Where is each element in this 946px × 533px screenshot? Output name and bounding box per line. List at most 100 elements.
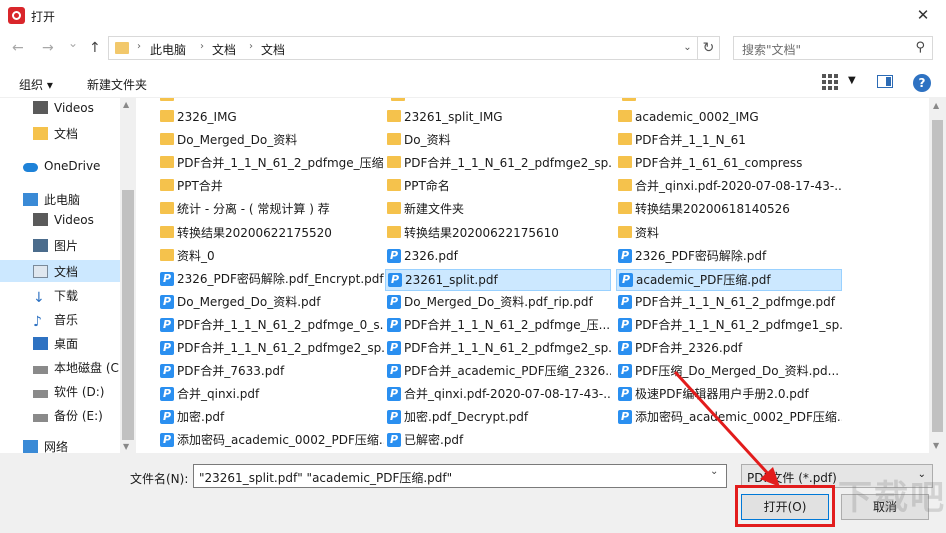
file-name: PDF合并_1_1_N_61_2_pdfmge2_sp...	[177, 341, 384, 355]
file-list-scrollbar[interactable]: ▲ ▼	[929, 98, 946, 453]
back-arrow-icon[interactable]: ←	[12, 40, 24, 56]
close-button[interactable]: ✕	[900, 0, 946, 31]
sidebar-item-downloads[interactable]: ↓ 下载	[33, 287, 78, 309]
folder-item[interactable]: 2326_IMG	[158, 107, 384, 129]
folder-item[interactable]: PPT合并	[158, 176, 384, 198]
preview-pane-icon[interactable]	[877, 75, 893, 88]
pdf-file-item[interactable]: 添加密码_academic_0002_PDF压缩...	[158, 430, 384, 452]
folder-item[interactable]: 转换结果20200622175610	[385, 223, 611, 245]
pdf-file-item[interactable]: PDF合并_1_1_N_61_2_pdfmge2_sp...	[158, 338, 384, 360]
folder-item[interactable]: 新建文件夹	[385, 199, 611, 221]
folder-icon	[387, 110, 401, 122]
refresh-icon[interactable]: ↻	[698, 36, 720, 60]
folder-item[interactable]: PDF合并_1_1_N_61_2_pdfmge2_sp...	[385, 153, 611, 175]
help-icon[interactable]: ?	[913, 74, 931, 92]
music-icon: ♪	[33, 314, 42, 330]
folder-item[interactable]: 转换结果20200618140526	[616, 199, 842, 221]
folder-item[interactable]: 23261_split_IMG	[385, 107, 611, 129]
pdf-file-item[interactable]: 已解密.pdf	[385, 430, 611, 452]
address-dropdown-icon[interactable]: ⌄	[678, 37, 697, 59]
folder-icon	[160, 202, 174, 215]
sidebar-item-music[interactable]: ♪ 音乐	[33, 311, 78, 333]
pdf-file-item[interactable]: 2326.pdf	[385, 246, 611, 268]
sidebar-item-onedrive[interactable]: OneDrive	[23, 159, 100, 181]
sidebar-item-drive-e[interactable]: 备份 (E:)	[33, 407, 103, 429]
sidebar-item-network[interactable]: 网络	[23, 438, 68, 453]
pdf-file-item[interactable]: 2326_PDF密码解除.pdf_Encrypt.pdf	[158, 269, 384, 291]
sidebar-scrollbar[interactable]: ▲ ▼	[120, 98, 136, 453]
pdf-file-icon	[387, 338, 401, 358]
scroll-thumb[interactable]	[932, 120, 943, 432]
filename-input[interactable]: "23261_split.pdf" "academic_PDF压缩.pdf"	[193, 464, 727, 488]
pdf-file-item[interactable]: PDF合并_1_1_N_61_2_pdfmge.pdf	[616, 292, 842, 314]
file-name: 添加密码_academic_0002_PDF压缩...	[635, 410, 842, 425]
sidebar-item-documents[interactable]: 文档	[33, 125, 78, 147]
sidebar-item-desktop[interactable]: 桌面	[33, 335, 78, 357]
sidebar-item-drive-c[interactable]: 本地磁盘 (C	[33, 359, 119, 381]
breadcrumb-item[interactable]: 文档	[212, 41, 236, 58]
search-box[interactable]: 搜索"文档" ⚲	[733, 36, 933, 60]
pdf-file-item[interactable]: 加密.pdf	[158, 407, 384, 429]
scroll-up-icon[interactable]: ▲	[933, 101, 939, 110]
folder-item[interactable]: Do_Merged_Do_资料	[158, 130, 384, 152]
pdf-file-item[interactable]: 2326_PDF密码解除.pdf	[616, 246, 842, 268]
pdf-file-item[interactable]: PDF合并_1_1_N_61_2_pdfmge1_sp...	[616, 315, 842, 337]
pdf-file-item[interactable]: 合并_qinxi.pdf	[158, 384, 384, 406]
view-options-icon[interactable]	[822, 74, 838, 90]
folder-item[interactable]: 统计 - 分离 - ( 常规计算 ) 荐	[158, 199, 384, 221]
pdf-file-item[interactable]: PDF合并_1_1_N_61_2_pdfmge_0_s...	[158, 315, 384, 337]
breadcrumb-item[interactable]: 文档	[261, 41, 285, 58]
pdf-file-item[interactable]: PDF合并_7633.pdf	[158, 361, 384, 383]
forward-arrow-icon[interactable]: →	[42, 40, 54, 56]
pdf-file-item[interactable]: 极速PDF编辑器用户手册2.0.pdf	[616, 384, 842, 406]
pdf-file-item[interactable]: 加密.pdf_Decrypt.pdf	[385, 407, 611, 429]
sidebar-item-pictures[interactable]: 图片	[33, 237, 78, 259]
pdf-file-item[interactable]: academic_PDF压缩.pdf	[616, 268, 842, 291]
pdf-file-item[interactable]: PDF合并_academic_PDF压缩_2326...	[385, 361, 611, 383]
folder-item[interactable]: Do_资料	[385, 130, 611, 152]
folder-item[interactable]: PPT命名	[385, 176, 611, 198]
address-bar[interactable]: › 此电脑 › 文档 › 文档	[108, 36, 698, 60]
up-arrow-icon[interactable]: ↑	[89, 40, 101, 56]
folder-item[interactable]: academic_0002_IMG	[616, 107, 842, 129]
scroll-thumb[interactable]	[122, 190, 134, 440]
pdf-file-item[interactable]: Do_Merged_Do_资料.pdf	[158, 292, 384, 314]
file-name: 合并_qinxi.pdf-2020-07-08-17-43-...	[635, 179, 842, 194]
folder-item[interactable]: 资料	[616, 223, 842, 245]
folder-item[interactable]: PDF合并_1_1_N_61_2_pdfmge_压缩	[158, 153, 384, 175]
folder-item[interactable]: 合并_qinxi.pdf-2020-07-08-17-43-...	[616, 176, 842, 198]
pdf-file-item[interactable]: PDF合并_1_1_N_61_2_pdfmge_压...	[385, 315, 611, 337]
pdf-file-item[interactable]: PDF压缩_Do_Merged_Do_资料.pd...	[616, 361, 842, 383]
pdf-file-item[interactable]: PDF合并_1_1_N_61_2_pdfmge2_sp...	[385, 338, 611, 360]
sidebar-item-videos[interactable]: Videos	[33, 213, 94, 235]
file-name: 转换结果20200622175610	[404, 225, 559, 240]
pdf-file-icon	[387, 430, 401, 450]
pdf-file-item[interactable]: 23261_split.pdf	[385, 268, 611, 291]
scroll-down-icon[interactable]: ▼	[123, 442, 129, 451]
chevron-right-icon: ›	[249, 41, 253, 52]
sidebar-item-documents-selected[interactable]: 文档	[0, 260, 120, 282]
pdf-file-item[interactable]: 合并_qinxi.pdf-2020-07-08-17-43-...	[385, 384, 611, 406]
scroll-up-icon[interactable]: ▲	[123, 100, 129, 109]
pdf-file-item[interactable]: PDF合并_2326.pdf	[616, 338, 842, 360]
organize-button[interactable]: 组织 ▾	[19, 76, 53, 93]
recent-locations-chevron-icon[interactable]: ⌄	[68, 36, 78, 50]
view-dropdown-icon[interactable]: ▼	[848, 75, 856, 86]
folder-item[interactable]: PDF合并_1_61_61_compress	[616, 153, 842, 175]
sidebar-item-videos[interactable]: Videos	[33, 101, 94, 123]
pdf-file-item[interactable]: Do_Merged_Do_资料.pdf_rip.pdf	[385, 292, 611, 314]
file-name: academic_PDF压缩.pdf	[636, 272, 771, 287]
folder-item[interactable]: PDF合并_1_1_N_61	[616, 130, 842, 152]
pdf-file-item[interactable]: 添加密码_academic_0002_PDF压缩...	[616, 407, 842, 429]
folder-item[interactable]: 转换结果20200622175520	[158, 223, 384, 245]
file-name: 已解密.pdf	[404, 433, 464, 448]
sidebar-item-drive-d[interactable]: 软件 (D:)	[33, 383, 104, 405]
filename-dropdown-icon[interactable]: ⌄	[710, 466, 718, 477]
sidebar-item-this-pc[interactable]: 此电脑	[23, 191, 80, 213]
new-folder-button[interactable]: 新建文件夹	[87, 76, 147, 93]
folder-item[interactable]: 资料_0	[158, 246, 384, 268]
drive-icon	[33, 390, 48, 398]
breadcrumb-item[interactable]: 此电脑	[150, 41, 186, 58]
scroll-down-icon[interactable]: ▼	[933, 441, 939, 450]
folder-icon	[387, 133, 401, 146]
